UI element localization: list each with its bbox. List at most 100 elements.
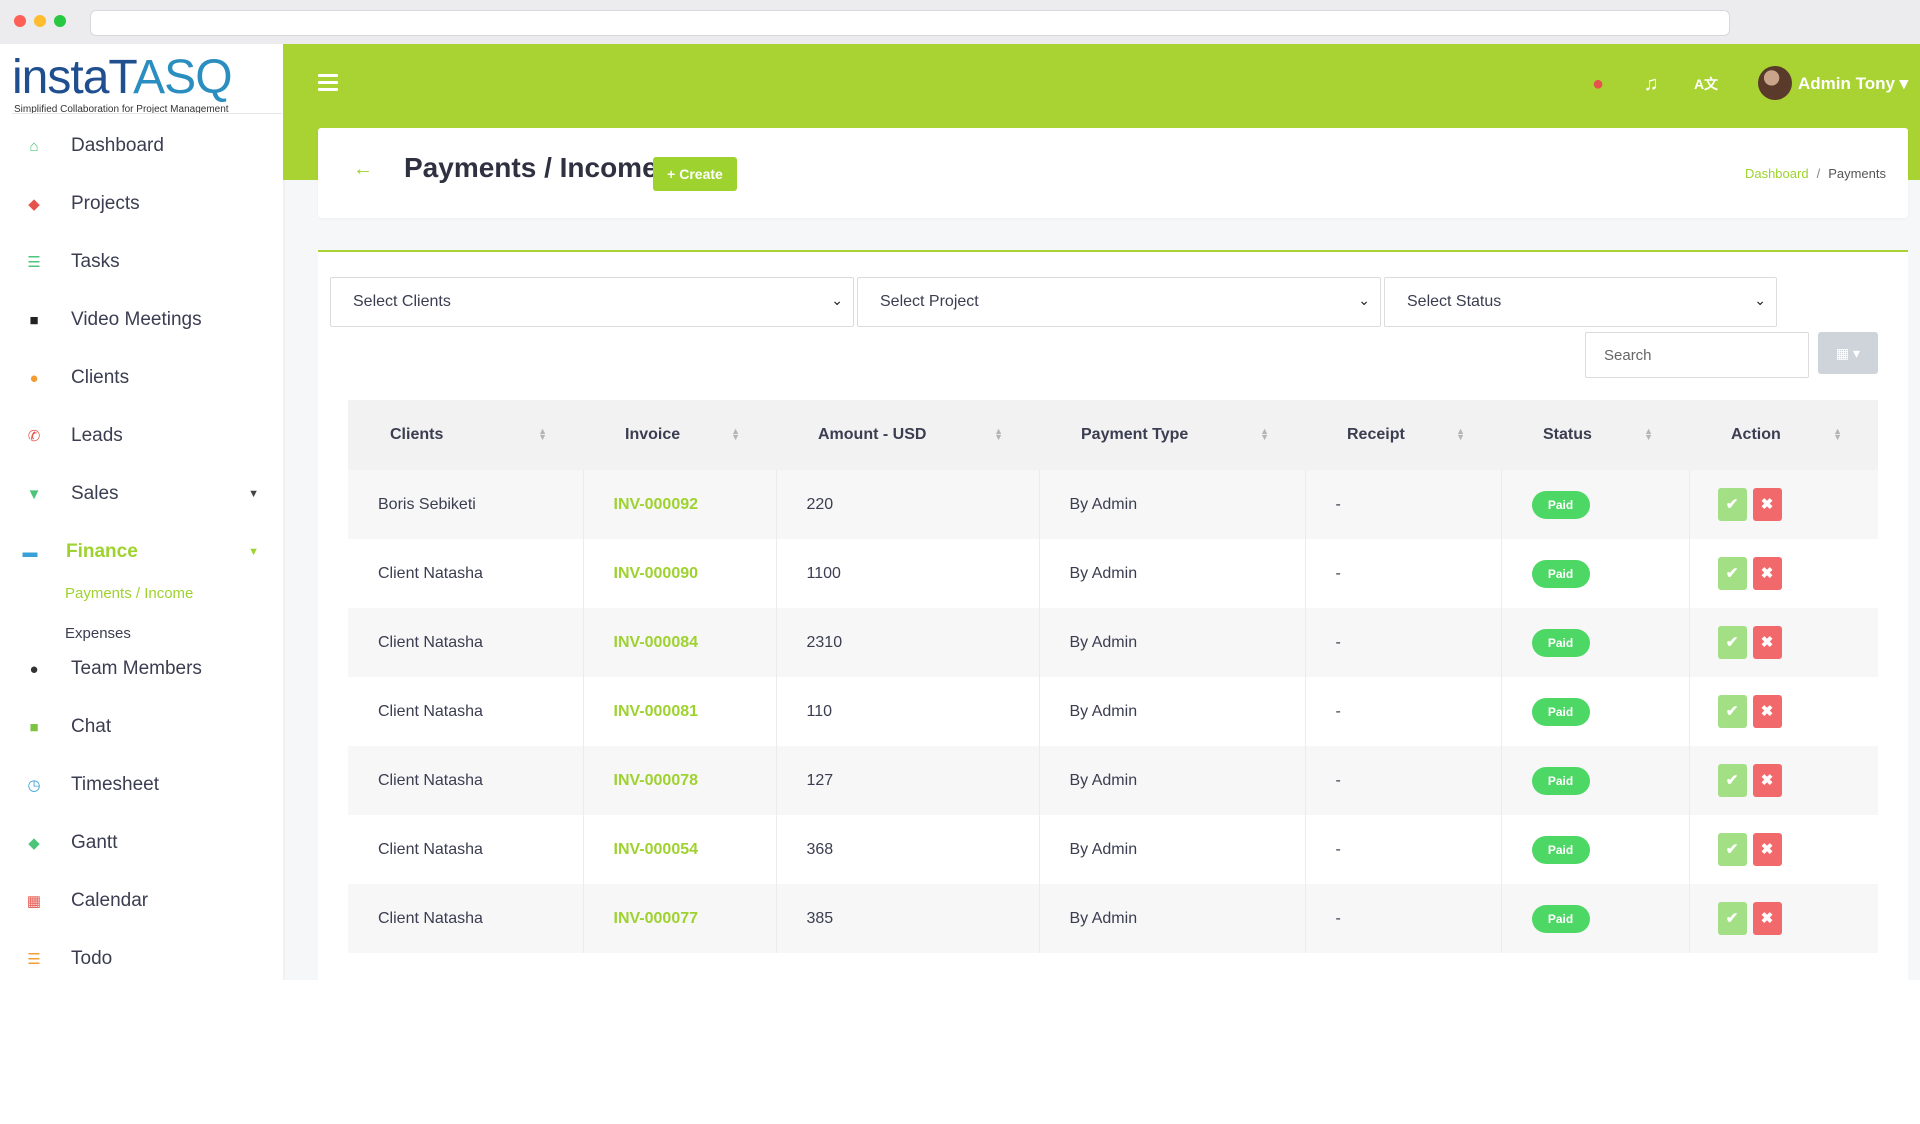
sidebar-item-finance[interactable]: ▬ Finance ▼ — [0, 530, 283, 574]
approve-button[interactable]: ✔ — [1717, 488, 1747, 521]
sidebar-item-team-members[interactable]: ● Team Members — [0, 647, 283, 691]
back-arrow-icon[interactable]: ← — [353, 158, 373, 181]
sort-icon: ▲ ▼ — [538, 426, 547, 442]
sidebar-item-label: Team Members — [71, 658, 202, 679]
cell-receipt: - — [1305, 746, 1502, 815]
sidebar-item-sales[interactable]: ▼ Sales ▼ — [0, 472, 283, 516]
column-header-invoice[interactable]: Invoice ▲ ▼ — [583, 400, 776, 470]
delete-button[interactable]: ✖ — [1752, 902, 1782, 935]
user-menu[interactable]: Admin Tony ▾ — [1798, 74, 1908, 94]
cell-payment-type: By Admin — [1039, 815, 1306, 884]
approve-button[interactable]: ✔ — [1717, 557, 1747, 590]
sidebar-item-timesheet[interactable]: ◷ Timesheet — [0, 763, 283, 807]
select-clients-dropdown[interactable]: Select Clients ⌄ — [330, 277, 854, 327]
close-window-button[interactable] — [14, 15, 26, 27]
cell-invoice-link[interactable]: INV-000081 — [583, 677, 777, 746]
column-header-status[interactable]: Status ▲ ▼ — [1501, 400, 1689, 470]
cell-payment-type: By Admin — [1039, 746, 1306, 815]
cell-client: Client Natasha — [348, 884, 584, 953]
delete-button[interactable]: ✖ — [1752, 488, 1782, 521]
approve-button[interactable]: ✔ — [1717, 626, 1747, 659]
list-icon: ☰ — [27, 951, 41, 968]
cell-payment-type: By Admin — [1039, 470, 1306, 539]
cell-invoice-link[interactable]: INV-000077 — [583, 884, 777, 953]
hamburger-menu-icon[interactable] — [318, 74, 338, 92]
status-badge: Paid — [1531, 628, 1590, 657]
cell-invoice-link[interactable]: INV-000090 — [583, 539, 777, 608]
delete-button[interactable]: ✖ — [1752, 833, 1782, 866]
minimize-window-button[interactable] — [34, 15, 46, 27]
sidebar-item-label: Leads — [71, 425, 123, 446]
sidebar-item-gantt[interactable]: ◆ Gantt — [0, 821, 283, 865]
cell-action: ✔ ✖ — [1689, 815, 1878, 884]
bell-icon[interactable]: ♫ — [1637, 70, 1665, 98]
sort-icon: ▲ ▼ — [1833, 426, 1842, 442]
column-header-amount[interactable]: Amount - USD ▲ ▼ — [776, 400, 1039, 470]
cell-status: Paid — [1501, 815, 1690, 884]
breadcrumb-dashboard[interactable]: Dashboard — [1745, 166, 1809, 181]
status-badge: Paid — [1531, 697, 1590, 726]
avatar[interactable] — [1758, 66, 1792, 100]
sidebar-item-calendar[interactable]: ▦ Calendar — [0, 879, 283, 923]
sidebar-item-tasks[interactable]: ☰ Tasks — [0, 240, 283, 284]
cell-client: Client Natasha — [348, 677, 584, 746]
status-badge: Paid — [1531, 490, 1590, 519]
logo-accent-text: ASQ — [133, 51, 232, 104]
column-header-action[interactable]: Action ▲ ▼ — [1689, 400, 1878, 470]
approve-button[interactable]: ✔ — [1717, 902, 1747, 935]
cell-action: ✔ ✖ — [1689, 539, 1878, 608]
sidebar-item-label: Finance — [66, 541, 138, 562]
approve-button[interactable]: ✔ — [1717, 833, 1747, 866]
column-header-payment-type[interactable]: Payment Type ▲ ▼ — [1039, 400, 1305, 470]
approve-button[interactable]: ✔ — [1717, 695, 1747, 728]
clock-icon: ◷ — [27, 777, 41, 794]
cell-invoice-link[interactable]: INV-000084 — [583, 608, 777, 677]
maximize-window-button[interactable] — [54, 15, 66, 27]
delete-button[interactable]: ✖ — [1752, 626, 1782, 659]
cell-amount: 368 — [776, 815, 1040, 884]
address-bar[interactable] — [90, 10, 1730, 36]
search-input[interactable] — [1585, 332, 1809, 378]
column-header-label: Action — [1731, 426, 1781, 443]
sidebar-subitem-payments-income[interactable]: Payments / Income — [65, 585, 193, 602]
app-logo[interactable]: instaTASQ Simplified Collaboration for P… — [12, 50, 272, 115]
sidebar-item-label: Projects — [71, 193, 140, 214]
table-row: Client Natasha INV-000084 2310 By Admin - Pai… — [348, 608, 1878, 677]
column-header-receipt[interactable]: Receipt ▲ ▼ — [1305, 400, 1501, 470]
column-header-clients[interactable]: Clients ▲ ▼ — [348, 400, 583, 470]
sidebar-item-clients[interactable]: ● Clients — [0, 356, 283, 400]
status-badge: Paid — [1531, 835, 1590, 864]
cell-invoice-link[interactable]: INV-000092 — [583, 470, 777, 539]
status-badge: Paid — [1531, 766, 1590, 795]
create-button[interactable]: + Create — [653, 157, 737, 191]
sidebar-item-leads[interactable]: ✆ Leads — [0, 414, 283, 458]
delete-button[interactable]: ✖ — [1752, 764, 1782, 797]
stopwatch-icon[interactable]: ● — [1584, 70, 1612, 98]
cell-invoice-link[interactable]: INV-000078 — [583, 746, 777, 815]
sidebar-item-video-meetings[interactable]: ■ Video Meetings — [0, 298, 283, 342]
users-icon: ● — [29, 660, 39, 678]
approve-button[interactable]: ✔ — [1717, 764, 1747, 797]
select-status-dropdown[interactable]: Select Status ⌄ — [1384, 277, 1777, 327]
column-header-label: Invoice — [625, 426, 681, 443]
select-project-dropdown[interactable]: Select Project ⌄ — [857, 277, 1381, 327]
cell-invoice-link[interactable]: INV-000054 — [583, 815, 777, 884]
delete-button[interactable]: ✖ — [1752, 557, 1782, 590]
column-toggle-button[interactable]: ▦ ▾ — [1818, 332, 1878, 374]
status-badge: Paid — [1531, 559, 1590, 588]
delete-button[interactable]: ✖ — [1752, 695, 1782, 728]
home-icon: ⌂ — [29, 137, 39, 155]
status-badge: Paid — [1531, 904, 1590, 933]
sidebar-subitem-expenses[interactable]: Expenses — [65, 625, 131, 642]
sidebar-item-dashboard[interactable]: ⌂ Dashboard — [0, 124, 283, 168]
column-header-label: Receipt — [1347, 426, 1405, 443]
sidebar-item-projects[interactable]: ◆ Projects — [0, 182, 283, 226]
language-icon[interactable]: A文 — [1692, 70, 1720, 98]
phone-icon: ✆ — [27, 428, 41, 445]
sidebar-item-chat[interactable]: ■ Chat — [0, 705, 283, 749]
select-clients-value: Select Clients — [353, 293, 451, 310]
sidebar-item-todo[interactable]: ☰ Todo — [0, 937, 283, 980]
cell-amount: 110 — [776, 677, 1040, 746]
cell-client: Client Natasha — [348, 746, 584, 815]
cell-action: ✔ ✖ — [1689, 746, 1878, 815]
